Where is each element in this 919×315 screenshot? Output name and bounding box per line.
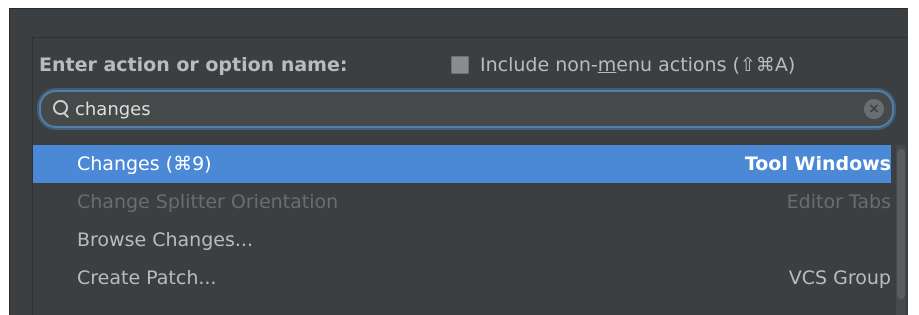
clear-icon[interactable]: ×	[864, 99, 884, 119]
include-non-menu-actions-label[interactable]: Include non-menu actions (⇧⌘A)	[480, 51, 795, 79]
result-label: Changes (⌘9)	[77, 153, 212, 175]
result-row[interactable]: Create Patch... VCS Group	[33, 259, 891, 297]
include-label-suffix: enu actions (⇧⌘A)	[616, 54, 796, 76]
scrollbar-thumb[interactable]	[897, 149, 905, 299]
results-list: Changes (⌘9) Tool Windows Change Splitter …	[33, 145, 899, 297]
include-non-menu-actions-checkbox[interactable]	[451, 56, 469, 74]
result-label: Browse Changes...	[77, 229, 253, 251]
search-icon	[51, 98, 73, 120]
popup-title: Enter action or option name:	[39, 54, 348, 76]
search-field[interactable]: ×	[39, 90, 894, 128]
include-label-prefix: Include non-	[480, 54, 598, 76]
result-row[interactable]: Change Splitter Orientation Editor Tabs	[33, 183, 891, 221]
result-label: Create Patch...	[77, 267, 217, 289]
search-input[interactable]	[75, 94, 835, 124]
result-group: Editor Tabs	[786, 191, 891, 213]
result-group: Tool Windows	[744, 153, 891, 175]
popup-header: Enter action or option name: Include non…	[39, 51, 899, 79]
results-scrollbar[interactable]	[896, 145, 906, 315]
result-group: VCS Group	[788, 267, 891, 289]
include-non-menu-actions-option[interactable]: Include non-menu actions (⇧⌘A)	[451, 51, 795, 79]
include-label-mnemonic: m	[597, 54, 617, 76]
find-action-popup: Enter action or option name: Include non…	[32, 37, 908, 315]
result-row[interactable]: Browse Changes...	[33, 221, 891, 259]
result-row[interactable]: Changes (⌘9) Tool Windows	[33, 145, 891, 183]
result-label: Change Splitter Orientation	[77, 191, 339, 213]
